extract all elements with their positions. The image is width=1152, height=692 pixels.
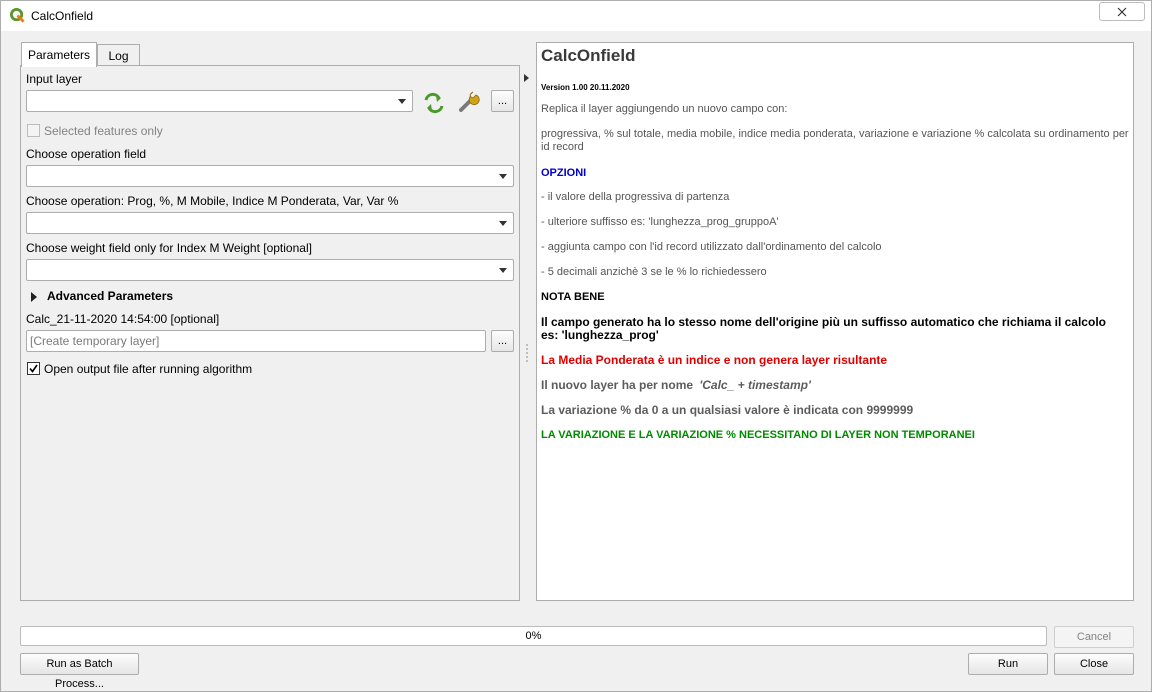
- open-output-checkbox[interactable]: [27, 362, 40, 375]
- splitter-handle[interactable]: [526, 343, 528, 363]
- run-button[interactable]: Run: [968, 653, 1048, 675]
- operation-field-label: Choose operation field: [26, 147, 147, 161]
- help-panel: CalcOnfield Version 1.00 20.11.2020 Repl…: [536, 42, 1134, 601]
- input-layer-combo[interactable]: [26, 90, 413, 112]
- close-window-button[interactable]: [1099, 2, 1145, 21]
- run-label: Run: [997, 658, 1019, 670]
- parameters-panel: Input layer ... Selected features only C…: [20, 65, 520, 601]
- help-option: - il valore della progressiva di partenz…: [541, 191, 730, 203]
- weight-field-label: Choose weight field only for Index M Wei…: [26, 241, 312, 255]
- close-icon: [1117, 7, 1127, 16]
- close-label: Close: [1079, 658, 1109, 670]
- help-name-note-italic: 'Calc_ + timestamp': [699, 378, 811, 392]
- help-green-note: LA VARIAZIONE E LA VARIAZIONE % NECESSIT…: [541, 429, 975, 441]
- chevron-down-icon: [499, 174, 507, 179]
- operation-label: Choose operation: Prog, %, M Mobile, Ind…: [26, 194, 399, 208]
- help-fields: progressiva, % sul totale, media mobile,…: [541, 128, 1129, 153]
- cancel-label: Cancel: [1076, 631, 1112, 643]
- expand-arrow-icon[interactable]: [31, 292, 37, 302]
- dialog-window: CalcOnfield Parameters Log Input layer .…: [0, 0, 1152, 692]
- wrench-icon[interactable]: [456, 89, 482, 115]
- dialog-content: Parameters Log Input layer ... Selected …: [1, 31, 1151, 691]
- tab-parameters-label: Parameters: [27, 48, 91, 62]
- help-name-note: Il nuovo layer ha per nome 'Calc_ + time…: [541, 379, 1129, 392]
- output-label: Calc_21-11-2020 14:54:00 [optional]: [26, 312, 220, 326]
- open-output-label: Open output file after running algorithm: [44, 362, 253, 376]
- chevron-down-icon: [499, 221, 507, 226]
- checkmark-icon: [29, 364, 38, 373]
- help-options-header: OPZIONI: [541, 167, 587, 179]
- close-button[interactable]: Close: [1054, 653, 1134, 675]
- help-title: CalcOnfield: [541, 46, 636, 65]
- help-variation-note: La variazione % da 0 a un qualsiasi valo…: [541, 403, 914, 417]
- help-name-note-prefix: Il nuovo layer ha per nome: [541, 378, 694, 392]
- help-option: - aggiunta campo con l'id record utilizz…: [541, 241, 882, 253]
- input-layer-label: Input layer: [26, 72, 83, 86]
- dots-label: ...: [497, 95, 508, 107]
- title-bar: CalcOnfield: [1, 1, 1151, 31]
- advanced-parameters-toggle[interactable]: Advanced Parameters: [47, 289, 173, 303]
- input-layer-options-button[interactable]: ...: [491, 90, 514, 112]
- iterate-refresh-icon[interactable]: [421, 90, 447, 116]
- help-option: - 5 decimali anzichè 3 se le % lo richie…: [541, 266, 767, 278]
- output-browse-button[interactable]: ...: [491, 330, 514, 352]
- run-batch-label: Run as Batch Process...: [46, 658, 113, 690]
- dots-label: ...: [497, 335, 508, 347]
- progress-bar: 0%: [20, 626, 1047, 646]
- tab-parameters[interactable]: Parameters: [21, 42, 97, 67]
- help-note-text: Il campo generato ha lo stesso nome dell…: [541, 315, 1106, 342]
- collapse-help-icon[interactable]: [524, 74, 529, 82]
- tab-log-label: Log: [108, 48, 129, 63]
- cancel-button[interactable]: Cancel: [1054, 626, 1134, 648]
- weight-field-combo[interactable]: [26, 259, 514, 281]
- help-intro: Replica il layer aggiungendo un nuovo ca…: [541, 103, 788, 115]
- selected-only-label: Selected features only: [44, 124, 163, 138]
- help-red-note: La Media Ponderata è un indice e non gen…: [541, 353, 888, 367]
- selected-only-checkbox[interactable]: [27, 124, 40, 137]
- tab-log[interactable]: Log: [97, 44, 140, 66]
- chevron-down-icon: [398, 99, 406, 104]
- progress-text: 0%: [525, 630, 542, 642]
- operation-field-combo[interactable]: [26, 165, 514, 187]
- help-option: - ulteriore suffisso es: 'lunghezza_prog…: [541, 216, 779, 228]
- qgis-logo-icon: [10, 8, 25, 23]
- operation-combo[interactable]: [26, 212, 514, 234]
- output-input[interactable]: [Create temporary layer]: [26, 330, 486, 352]
- chevron-down-icon: [499, 268, 507, 273]
- window-title: CalcOnfield: [31, 9, 94, 23]
- run-batch-button[interactable]: Run as Batch Process...: [20, 653, 139, 690]
- output-placeholder: [Create temporary layer]: [30, 334, 160, 348]
- help-version: Version 1.00 20.11.2020: [541, 83, 630, 92]
- help-note-header: NOTA BENE: [541, 291, 605, 303]
